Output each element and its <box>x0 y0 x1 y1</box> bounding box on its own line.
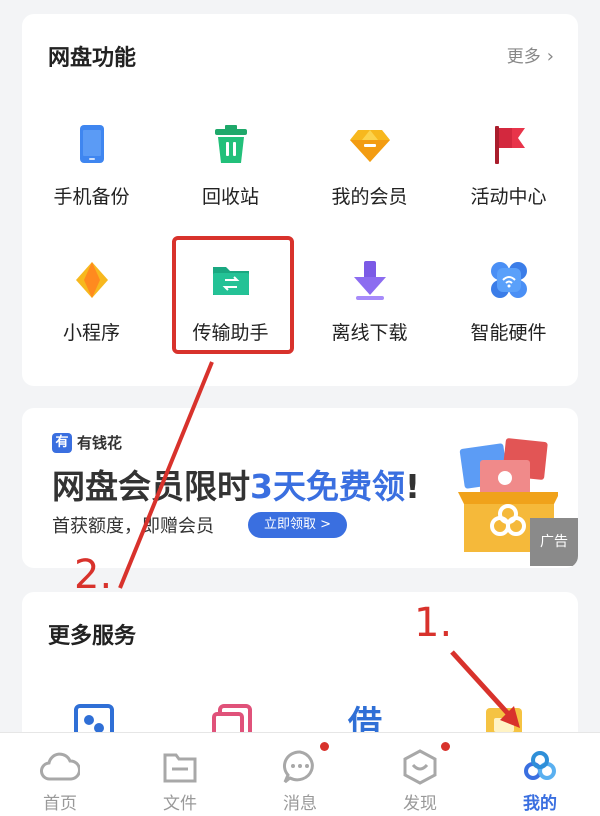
cloud-icon <box>40 747 81 787</box>
profile-logo-icon <box>520 747 560 787</box>
discover-icon <box>400 747 440 787</box>
phone-icon <box>70 122 114 166</box>
more-services-card: 更多服务 借 <box>22 592 578 752</box>
notification-dot <box>441 742 450 751</box>
feature-mini-program[interactable]: 小程序 <box>22 258 161 345</box>
trash-icon <box>209 122 253 166</box>
ad-label: 广告 <box>530 518 578 566</box>
services-section-title: 更多服务 <box>48 624 137 649</box>
bottom-tab-bar: 首页 文件 消息 发现 我的 <box>0 732 600 816</box>
chevron-right-icon: › <box>546 46 554 67</box>
notification-dot <box>320 742 329 751</box>
smart-device-icon <box>487 258 531 302</box>
feature-activity-center[interactable]: 活动中心 <box>439 122 578 209</box>
folder-icon <box>160 747 200 787</box>
tab-discover[interactable]: 发现 <box>360 747 480 814</box>
flag-icon <box>487 122 531 166</box>
chat-icon <box>280 747 320 787</box>
feature-smart-hardware[interactable]: 智能硬件 <box>439 258 578 345</box>
ad-title: 网盘会员限时3天免费领! <box>52 467 421 506</box>
ad-banner[interactable]: 有 有钱花 网盘会员限时3天免费领! 首获额度，即赠会员 立即领取 > 广告 <box>22 408 578 568</box>
feature-card: 网盘功能 更多 › 手机备份 回收站 我的会员 活动中心 小程序 传输助手 离线… <box>22 14 578 386</box>
highlight-box-transfer <box>172 236 294 354</box>
download-icon <box>348 258 392 302</box>
tab-files[interactable]: 文件 <box>120 747 240 814</box>
feature-my-membership[interactable]: 我的会员 <box>300 122 439 209</box>
ad-brand: 有 有钱花 <box>52 432 122 453</box>
tab-profile[interactable]: 我的 <box>480 747 600 814</box>
feature-recycle-bin[interactable]: 回收站 <box>161 122 300 209</box>
feature-offline-download[interactable]: 离线下载 <box>300 258 439 345</box>
feature-section-title: 网盘功能 <box>48 46 137 71</box>
step-1-label: 1. <box>414 600 453 646</box>
more-features-link[interactable]: 更多 › <box>507 42 554 67</box>
tab-messages[interactable]: 消息 <box>240 747 360 814</box>
tab-home[interactable]: 首页 <box>0 747 120 814</box>
brand-logo-icon: 有 <box>52 432 72 453</box>
feature-phone-backup[interactable]: 手机备份 <box>22 122 161 209</box>
step-2-label: 2. <box>74 552 113 598</box>
gem-icon <box>348 122 392 166</box>
mini-program-icon <box>70 258 114 302</box>
ad-subtitle: 首获额度，即赠会员 <box>52 516 214 537</box>
ad-claim-button[interactable]: 立即领取 > <box>248 512 348 538</box>
